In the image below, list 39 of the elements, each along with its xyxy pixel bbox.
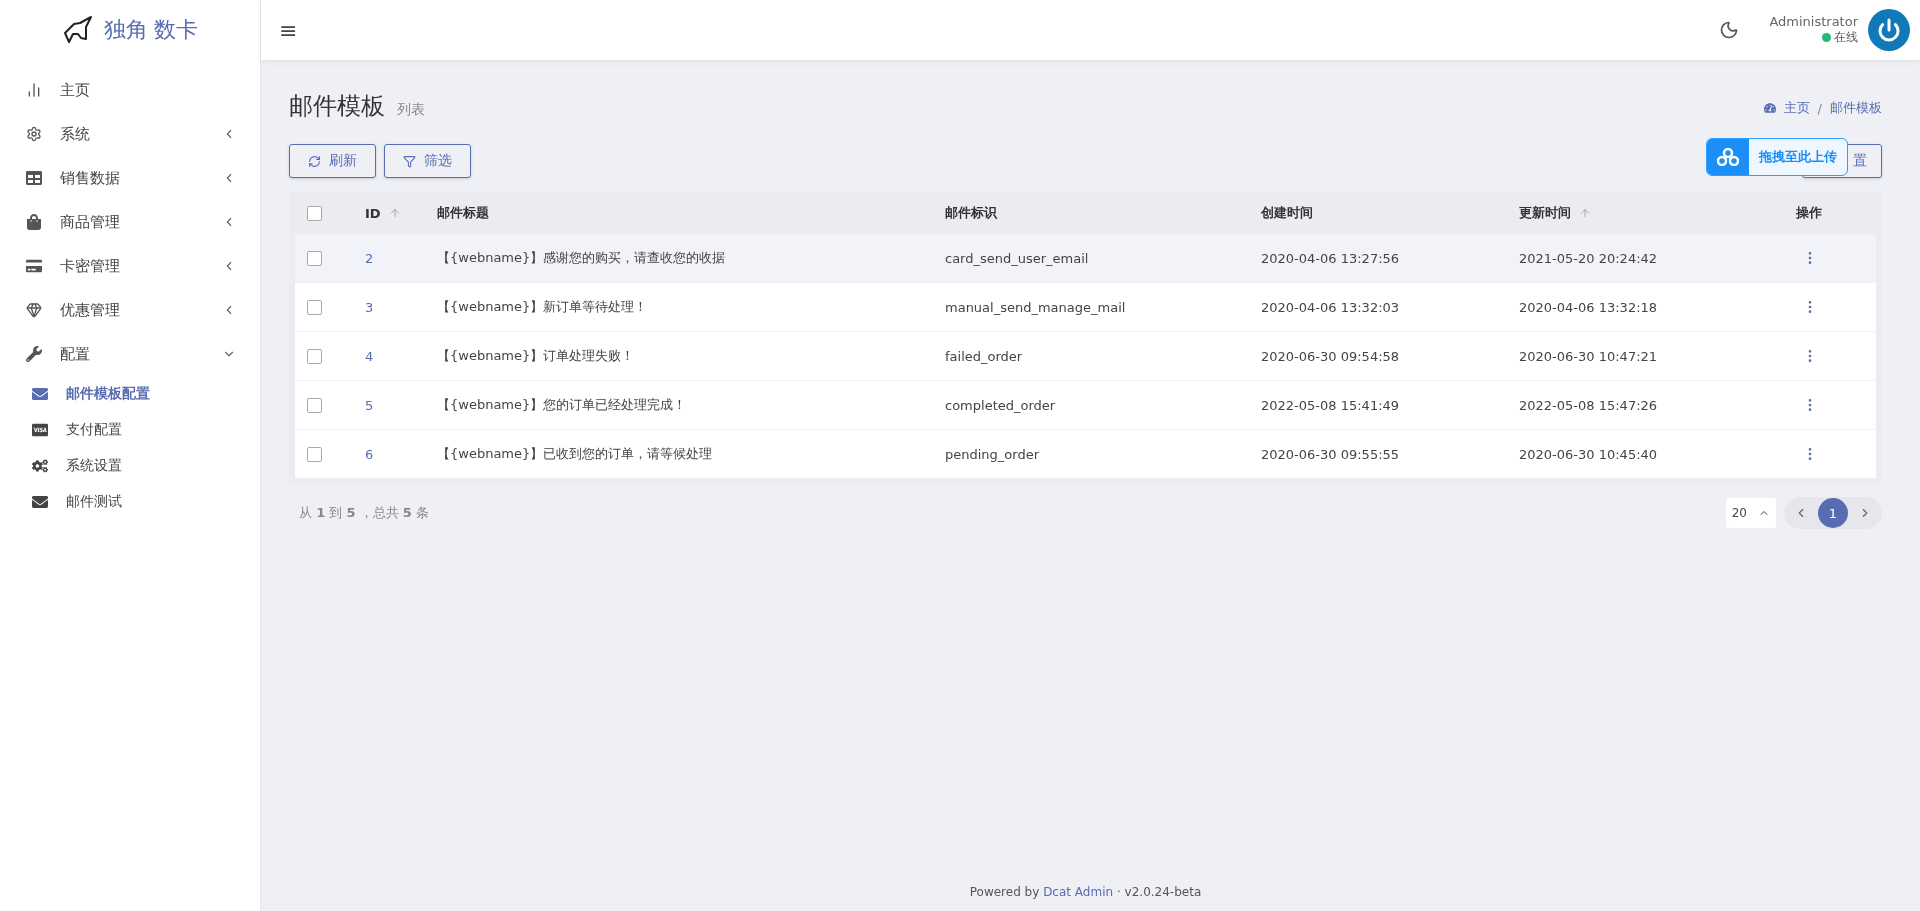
table-cell-text: failed_order bbox=[945, 348, 1024, 364]
table-cell-text: 6 bbox=[365, 446, 375, 462]
brand-name: 独角 数卡 bbox=[103, 16, 199, 44]
table-cell-text: card_send_user_email bbox=[945, 250, 1090, 266]
table-cell-text: 【{webname}】感谢您的购买，请查收您的收据 bbox=[437, 249, 727, 267]
footer-separator: · bbox=[1115, 885, 1122, 899]
column-header: 操作 bbox=[1796, 204, 1823, 222]
table-cell-text: pending_order bbox=[945, 446, 1040, 462]
table-cell-text: 2020-06-30 10:45:40 bbox=[1519, 446, 1659, 462]
table-cell-text: 2020-04-06 13:27:56 bbox=[1261, 250, 1401, 266]
table-cell-text: 2022-05-08 15:41:49 bbox=[1261, 397, 1401, 413]
user-status: 在线 bbox=[1834, 29, 1858, 46]
column-header: 创建时间 bbox=[1261, 204, 1314, 222]
table-cell-text: 5 bbox=[365, 397, 375, 413]
footer-version: v2.0.24-beta bbox=[1124, 885, 1202, 899]
table-cell-text: 【{webname}】订单处理失败！ bbox=[437, 347, 636, 365]
table-cell-text: 2020-06-30 09:54:58 bbox=[1261, 348, 1401, 364]
column-header: 邮件标识 bbox=[945, 204, 998, 222]
user-name: Administrator bbox=[1769, 14, 1858, 29]
page-title: 邮件模板 bbox=[289, 91, 385, 122]
table-cell-text: 2 bbox=[365, 250, 375, 266]
table-cell-text: 4 bbox=[365, 348, 375, 364]
page-subtitle: 列表 bbox=[397, 101, 425, 119]
table-cell-text: 【{webname}】新订单等待处理！ bbox=[437, 298, 649, 316]
table-cell-text: manual_send_manage_mail bbox=[945, 299, 1127, 315]
table-cell-text: 3 bbox=[365, 299, 375, 315]
pagination-summary: 从 1 到 5 ，总共 5 条 bbox=[298, 504, 429, 522]
table-cell-text: 【{webname}】您的订单已经处理完成！ bbox=[437, 396, 688, 414]
table-cell-text: 2020-04-06 13:32:03 bbox=[1261, 299, 1401, 315]
column-header: 邮件标题 bbox=[437, 204, 490, 222]
breadcrumb-separator: / bbox=[1817, 100, 1822, 116]
table-cell-text: completed_order bbox=[945, 397, 1057, 413]
footer-text: Powered by bbox=[969, 885, 1041, 899]
table-cell-text: 2020-04-06 13:32:18 bbox=[1519, 299, 1659, 315]
table-cell-text: 2022-05-08 15:47:26 bbox=[1519, 397, 1659, 413]
table-cell-text: 【{webname}】已收到您的订单，请等候处理 bbox=[437, 445, 714, 463]
table-cell-text: 2020-06-30 09:55:55 bbox=[1261, 446, 1401, 462]
table-cell-text: 2020-06-30 10:47:21 bbox=[1519, 348, 1659, 364]
table-cell-text: 2021-05-20 20:24:42 bbox=[1519, 250, 1659, 266]
